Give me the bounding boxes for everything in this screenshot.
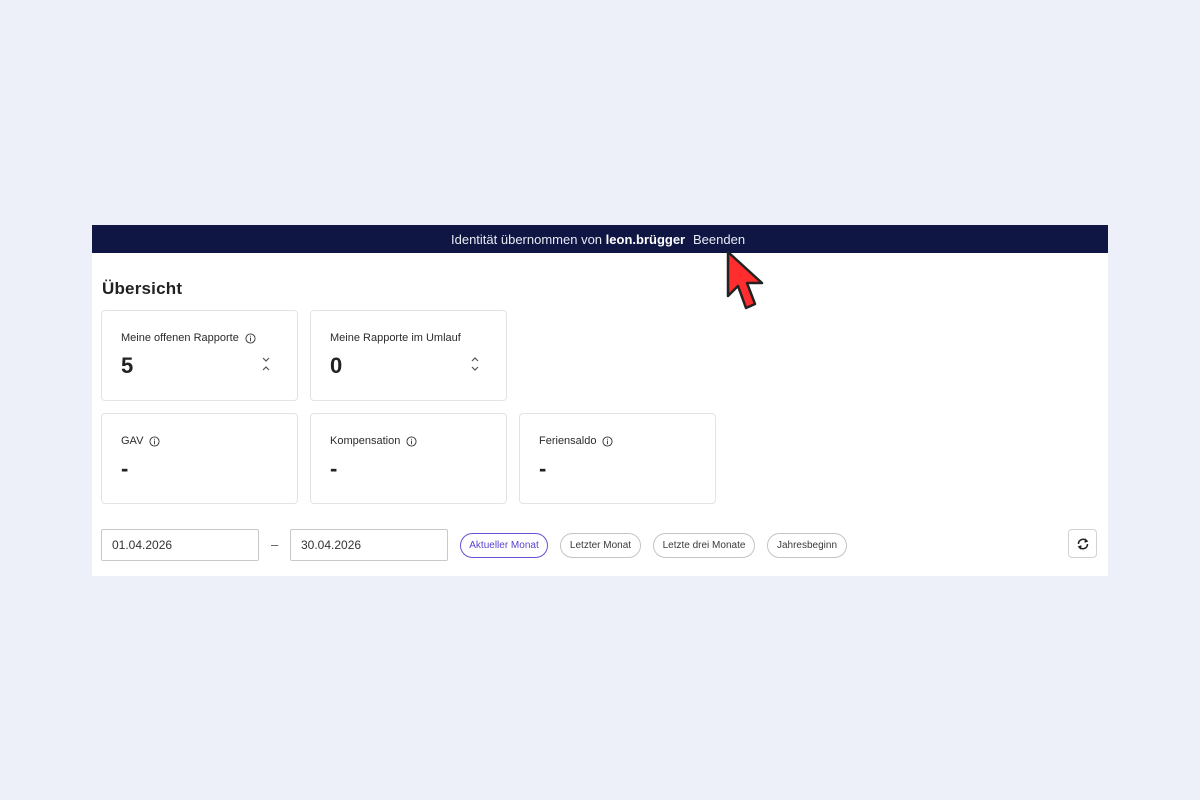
chevrons-expand-icon[interactable]	[470, 356, 480, 372]
chip-last-month[interactable]: Letzter Monat	[560, 533, 641, 558]
info-icon[interactable]	[149, 435, 160, 447]
info-icon[interactable]	[245, 332, 256, 344]
end-impersonation-link[interactable]: Beenden	[693, 232, 745, 247]
range-separator: –	[271, 537, 279, 552]
refresh-icon	[1077, 537, 1088, 550]
card-vacation-balance: Feriensaldo -	[519, 413, 716, 504]
mouse-pointer-icon	[726, 250, 764, 310]
card-gav: GAV -	[101, 413, 298, 504]
impersonated-user: leon.brügger	[605, 232, 686, 247]
card-reports-in-circulation[interactable]: Meine Rapporte im Umlauf 0	[310, 310, 507, 401]
card-label: Meine offenen Rapporte	[121, 332, 239, 344]
impersonation-text: Identität übernommen von leon.brügger	[451, 232, 686, 247]
chip-year-start[interactable]: Jahresbeginn	[767, 533, 847, 558]
date-to-input[interactable]: 30.04.2026	[290, 529, 448, 561]
impersonation-banner: Identität übernommen von leon.brügger Be…	[92, 225, 1108, 253]
chevrons-collapse-icon[interactable]	[261, 356, 271, 372]
info-icon[interactable]	[602, 435, 614, 447]
refresh-button[interactable]	[1068, 529, 1097, 558]
chip-current-month[interactable]: Aktueller Monat	[460, 533, 548, 558]
card-value: -	[330, 456, 338, 481]
page-title: Übersicht	[102, 279, 183, 298]
card-compensation: Kompensation -	[310, 413, 507, 504]
card-label: Kompensation	[330, 435, 401, 447]
app-frame: Identität übernommen von leon.brügger Be…	[92, 225, 1108, 576]
card-label: Meine Rapporte im Umlauf	[330, 332, 461, 344]
chip-last-three-months[interactable]: Letzte drei Monate	[653, 533, 755, 558]
card-label: Feriensaldo	[539, 435, 597, 447]
info-icon[interactable]	[406, 435, 417, 447]
date-from-input[interactable]: 01.04.2026	[101, 529, 259, 561]
card-label: GAV	[121, 435, 144, 447]
card-open-reports[interactable]: Meine offenen Rapporte 5	[101, 310, 298, 401]
card-value: -	[539, 456, 547, 481]
card-value: -	[121, 456, 129, 481]
card-value: 0	[330, 353, 343, 378]
card-value: 5	[121, 353, 134, 378]
